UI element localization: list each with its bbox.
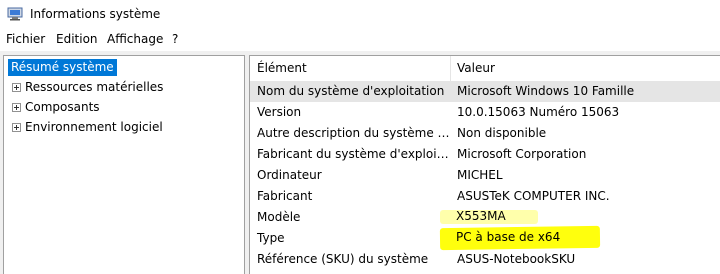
tree-item-label: Composants [25,100,100,114]
element-cell: Référence (SKU) du système [257,252,429,266]
element-cell: Fabricant du système d'exploit... [257,147,451,161]
value-cell: Non disponible [457,126,547,140]
menu-help[interactable]: ? [172,32,178,46]
element-cell: Ordinateur [257,168,322,182]
menu-bar: Fichier Edition Affichage ? [0,29,720,52]
value-cell: MICHEL [457,168,503,182]
title-bar[interactable]: Informations système [0,0,720,29]
system-info-icon [7,7,23,21]
type-value-overlay: PC à base de x64 [456,230,561,244]
menu-fichier[interactable]: Fichier [6,32,45,46]
table-row[interactable]: Fabricant du système d'exploit... Micros… [250,144,720,165]
model-value-overlay: X553MA [456,209,506,223]
expand-icon[interactable] [12,123,21,132]
element-cell: Type [257,231,285,245]
column-header-element[interactable]: Élément [250,56,451,81]
tree-item-system-summary[interactable]: Résumé système [8,59,117,76]
window-title: Informations système [30,7,161,21]
table-row[interactable]: Fabricant ASUSTeK COMPUTER INC. [250,186,720,207]
value-cell: Microsoft Corporation [457,147,587,161]
tree-item-software-environment[interactable]: Environnement logiciel [12,119,163,136]
menu-affichage[interactable]: Affichage [107,32,163,46]
system-info-window: Informations système Fichier Edition Aff… [0,0,720,274]
element-cell: Version [257,105,302,119]
value-cell: ASUS-NotebookSKU [457,252,576,266]
value-cell: ASUSTeK COMPUTER INC. [457,189,610,203]
element-cell: Modèle [257,210,301,224]
element-cell: Fabricant [257,189,313,203]
tree-item-hardware-resources[interactable]: Ressources matérielles [12,79,163,96]
expand-icon[interactable] [12,83,21,92]
table-row[interactable]: Autre description du système d... Non di… [250,123,720,144]
element-cell: Autre description du système d... [257,126,451,140]
category-tree: Résumé système Ressources matérielles Co… [3,55,245,274]
column-header-value[interactable]: Valeur [451,56,720,81]
tree-item-label: Ressources matérielles [25,80,164,94]
table-row[interactable]: Version 10.0.15063 Numéro 15063 [250,102,720,123]
expand-icon[interactable] [12,103,21,112]
value-cell: 10.0.15063 Numéro 15063 [457,105,620,119]
value-cell: Microsoft Windows 10 Famille [451,81,720,102]
element-cell: Nom du système d'exploitation [250,81,451,102]
table-row[interactable]: Ordinateur MICHEL [250,165,720,186]
menu-edition[interactable]: Edition [56,32,98,46]
tree-item-label: Environnement logiciel [25,120,163,134]
table-row[interactable]: Nom du système d'exploitation Microsoft … [250,81,720,102]
table-row[interactable]: Référence (SKU) du système ASUS-Notebook… [250,249,720,270]
tree-item-components[interactable]: Composants [12,99,100,116]
